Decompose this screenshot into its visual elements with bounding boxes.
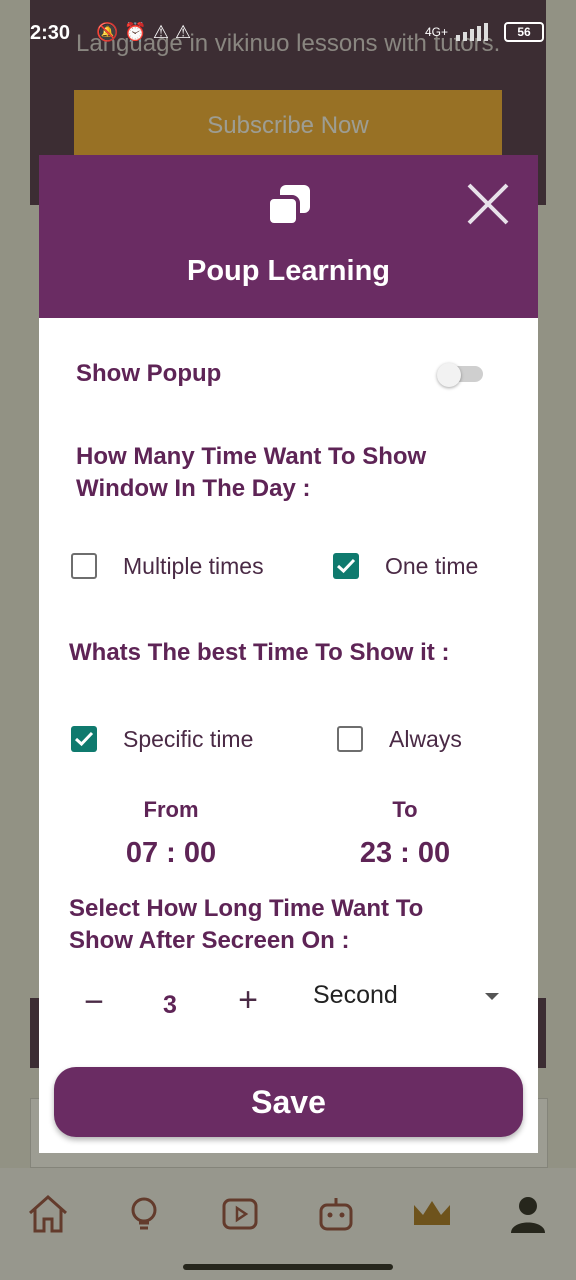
- unit-select[interactable]: Second: [313, 975, 503, 1017]
- save-button[interactable]: Save: [54, 1067, 523, 1137]
- chevron-down-icon: [485, 993, 499, 1000]
- checkmark-icon: [336, 558, 356, 574]
- always-label[interactable]: Always: [389, 726, 462, 753]
- dialog-title: Poup Learning: [187, 255, 390, 287]
- specific-time-checkbox[interactable]: [71, 726, 97, 752]
- close-icon[interactable]: [465, 181, 511, 227]
- toggle-knob: [437, 363, 461, 387]
- checkmark-icon: [74, 731, 94, 747]
- notification-icons: 🔕⏰⚠⚠: [96, 22, 198, 42]
- increment-button[interactable]: +: [228, 981, 268, 1020]
- specific-time-label[interactable]: Specific time: [123, 726, 253, 753]
- one-time-checkbox[interactable]: [333, 553, 359, 579]
- duration-value: 3: [163, 991, 177, 1019]
- frequency-heading: How Many Time Want To Show Window In The…: [76, 443, 427, 502]
- battery-icon: 56: [504, 22, 544, 42]
- show-popup-label: Show Popup: [76, 360, 222, 387]
- signal-icon: [456, 23, 488, 41]
- always-checkbox[interactable]: [337, 726, 363, 752]
- status-bar: 2:30 🔕⏰⚠⚠ 4G+ 56: [0, 0, 576, 66]
- status-time: 2:30: [30, 22, 71, 44]
- show-popup-toggle[interactable]: [437, 363, 485, 387]
- from-time[interactable]: 07 : 00: [71, 837, 271, 870]
- network-label: 4G+: [424, 25, 448, 39]
- copy-icon: [266, 183, 312, 227]
- unit-select-value: Second: [313, 981, 398, 1009]
- best-time-heading: Whats The best Time To Show it :: [69, 639, 450, 666]
- from-label: From: [143, 797, 199, 822]
- decrement-button[interactable]: −: [74, 983, 114, 1022]
- duration-heading: Select How Long Time Want To Show After …: [69, 895, 424, 954]
- one-time-label[interactable]: One time: [385, 553, 478, 580]
- multiple-times-checkbox[interactable]: [71, 553, 97, 579]
- popup-settings-dialog: Poup Learning Show Popup How Many Time W…: [39, 155, 538, 1153]
- status-right: 4G+ 56: [425, 22, 544, 42]
- multiple-times-label[interactable]: Multiple times: [123, 553, 264, 580]
- to-time[interactable]: 23 : 00: [305, 837, 505, 870]
- dialog-header: Poup Learning: [39, 155, 538, 318]
- to-label: To: [392, 797, 418, 822]
